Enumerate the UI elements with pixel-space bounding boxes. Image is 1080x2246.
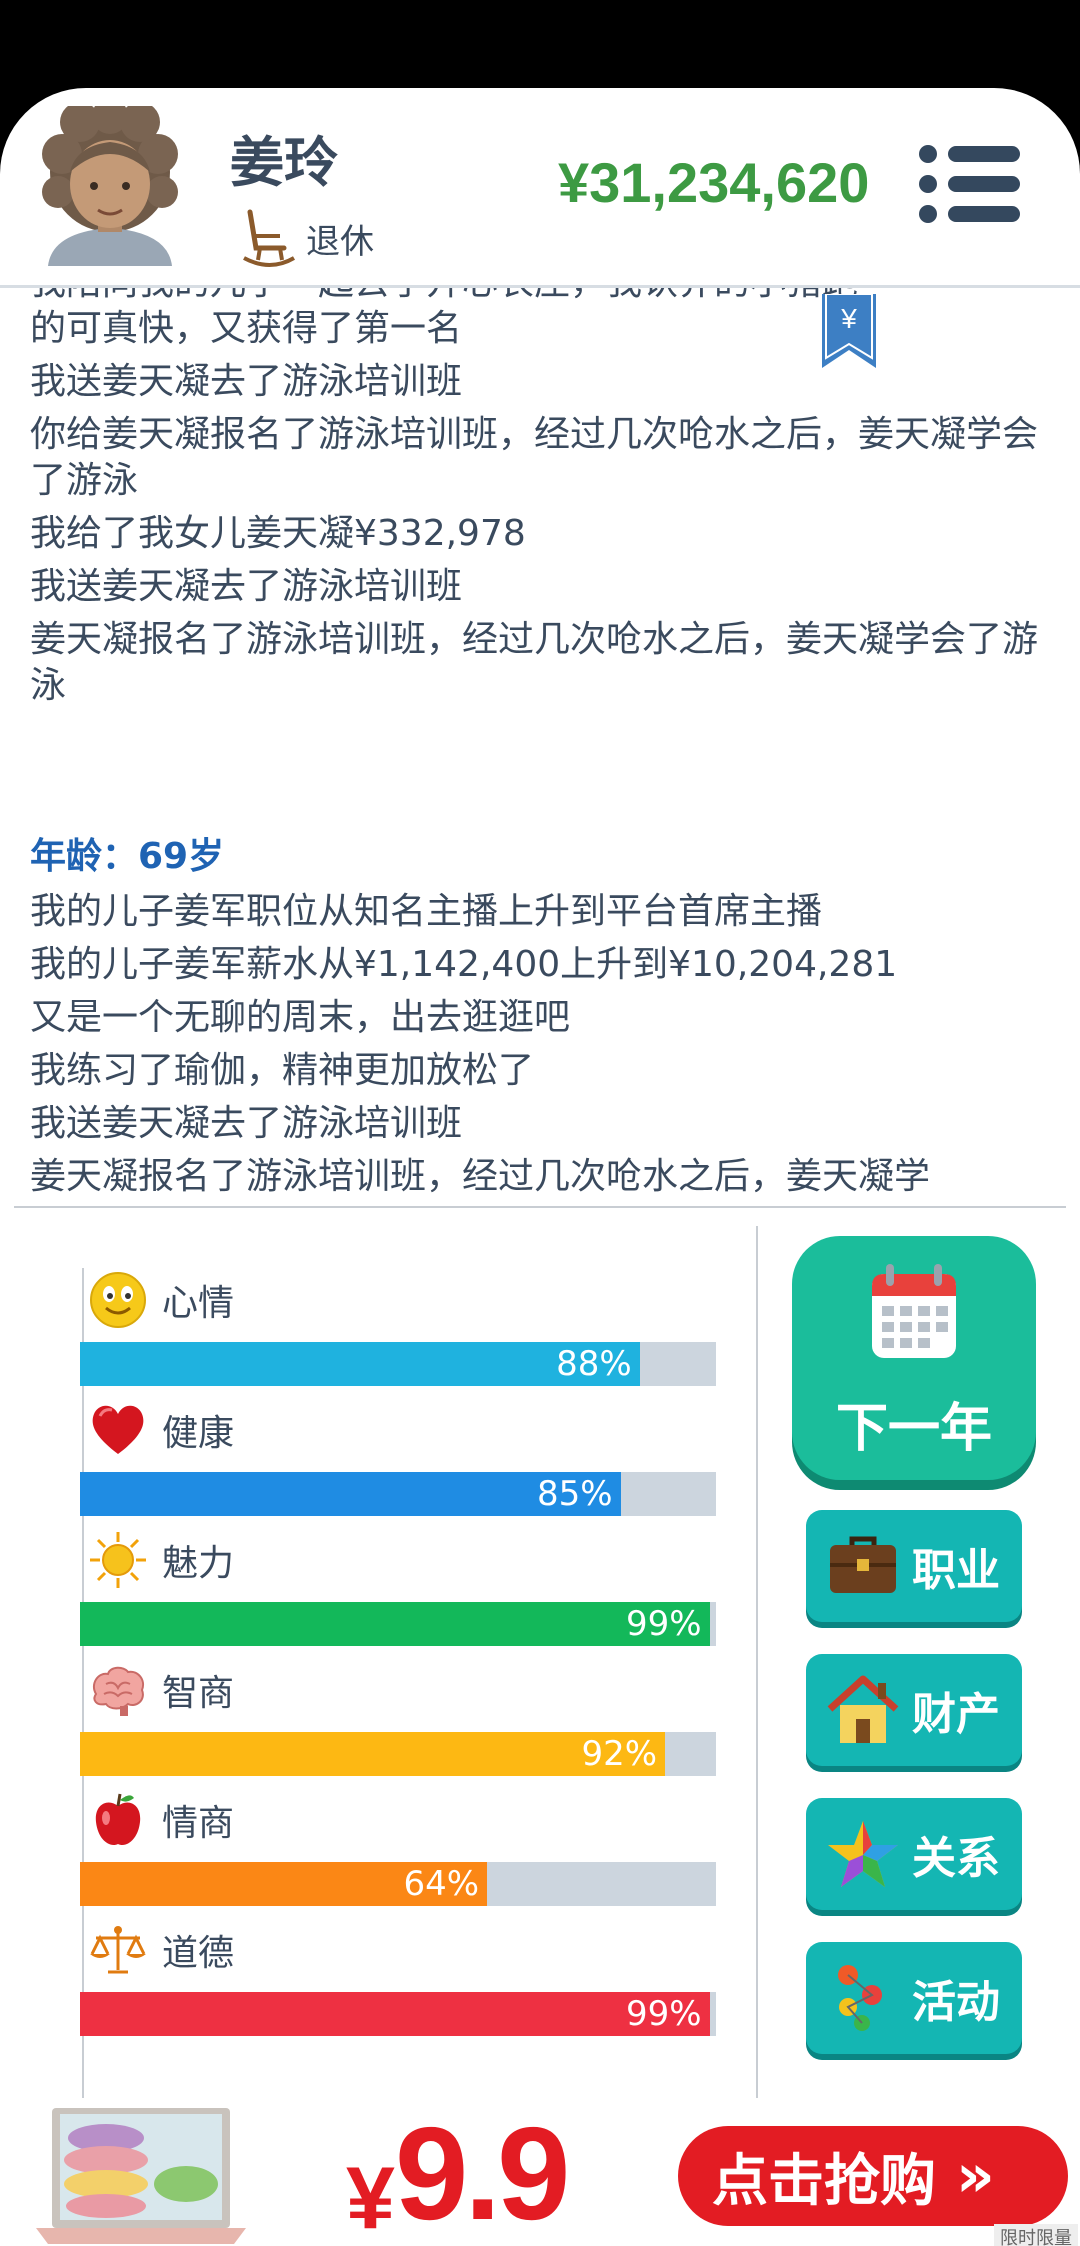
brain-icon	[92, 1666, 144, 1716]
app-screen: 姜玲 退休 ¥31,234,620 我陪同我的儿子一起去了开心农庄，我认养的小猪…	[0, 88, 1080, 2246]
activity-button[interactable]: 活动	[806, 1942, 1022, 2054]
money-balance: ¥31,234,620	[558, 151, 870, 214]
relationship-button[interactable]: 关系	[806, 1798, 1022, 1910]
heart-icon	[92, 1405, 144, 1454]
stat-label: 情商	[162, 1803, 235, 1844]
next-year-button[interactable]: 下一年	[792, 1236, 1036, 1480]
player-name: 姜玲	[230, 131, 338, 194]
stat-bar-fill: 99%	[80, 1992, 710, 2036]
star-icon	[828, 1821, 898, 1887]
next-year-label: 下一年	[835, 1399, 992, 1459]
stats-panel: 心情 88% 健康 85% 魅力 99% 智商 92% 情商 64% 道德 99…	[80, 1268, 720, 2048]
stat-label: 健康	[162, 1413, 235, 1454]
log-entry: 又是一个无聊的周末，出去逛逛吧	[30, 997, 571, 1038]
property-label: 财产	[912, 1689, 1000, 1740]
money-bookmark-icon[interactable]: ¥	[822, 294, 876, 368]
log-entry: 你给姜天凝报名了游泳培训班，经过几次呛水之后，姜天凝学会了游泳	[30, 414, 1039, 501]
svg-text:¥: ¥	[840, 303, 857, 334]
apple-icon	[95, 1793, 141, 1846]
stat-mood: 心情 88%	[80, 1268, 720, 1398]
stat-bar-fill: 64%	[80, 1862, 488, 1906]
scales-icon	[90, 1926, 146, 1974]
activity-dots-icon	[838, 1965, 882, 2031]
stat-label: 道德	[162, 1933, 235, 1974]
stat-label: 魅力	[162, 1543, 235, 1584]
log-entry: 我陪同我的儿子一起去了开心农庄，我认养的小猪跑的可真快，又获得了第一名	[30, 288, 858, 349]
stat-bar: 88%	[80, 1342, 716, 1386]
stat-bar: 99%	[80, 1992, 716, 2036]
relationship-label: 关系	[912, 1833, 1000, 1884]
stat-charm: 魅力 99%	[80, 1528, 720, 1658]
stat-bar-fill: 92%	[80, 1732, 666, 1776]
age-heading: 年龄：69岁	[30, 836, 225, 877]
menu-icon[interactable]	[918, 144, 1022, 224]
double-chevron-icon: »	[956, 2141, 995, 2211]
briefcase-icon	[830, 1536, 896, 1593]
ad-price-value: 9.9	[394, 2100, 570, 2246]
buy-now-label: 点击抢购	[712, 2148, 936, 2214]
ad-price-currency: ¥	[346, 2148, 395, 2246]
stat-health: 健康 85%	[80, 1398, 720, 1528]
stat-label: 智商	[162, 1673, 235, 1714]
log-entry: 姜天凝报名了游泳培训班，经过几次呛水之后，姜天凝学会了游泳	[30, 619, 1039, 706]
stat-eq: 情商 64%	[80, 1788, 720, 1918]
event-log[interactable]: 我陪同我的儿子一起去了开心农庄，我认养的小猪跑的可真快，又获得了第一名 我送姜天…	[0, 288, 1080, 1194]
house-icon	[827, 1675, 899, 1743]
stat-percent: 92%	[581, 1734, 658, 1774]
log-entry: 我练习了瑜伽，精神更加放松了	[30, 1050, 535, 1091]
stat-percent: 64%	[403, 1864, 480, 1904]
stat-percent: 88%	[556, 1344, 632, 1384]
calendar-icon	[872, 1264, 956, 1358]
activity-label: 活动	[912, 1977, 1000, 2028]
status-label: 退休	[306, 221, 374, 262]
stat-bar-fill: 85%	[80, 1472, 621, 1516]
stat-percent: 99%	[626, 1604, 702, 1644]
avatar[interactable]	[40, 106, 180, 266]
stat-percent: 85%	[537, 1474, 613, 1514]
log-entry: 我的儿子姜军职位从知名主播上升到平台首席主播	[30, 891, 823, 932]
ad-tag: 限时限量	[994, 2224, 1078, 2246]
stat-bar: 85%	[80, 1472, 716, 1516]
log-divider	[14, 1206, 1066, 1208]
rocking-chair-icon	[243, 209, 296, 267]
log-entry: 我送姜天凝去了游泳培训班	[30, 361, 463, 402]
log-entry: 我送姜天凝去了游泳培训班	[30, 566, 463, 607]
stat-morality: 道德 99%	[80, 1918, 720, 2048]
stat-bar: 99%	[80, 1602, 716, 1646]
stat-bar: 92%	[80, 1732, 716, 1776]
stat-bar-fill: 88%	[80, 1342, 640, 1386]
occupation-status: 退休	[240, 208, 374, 268]
stat-bar-fill: 99%	[80, 1602, 710, 1646]
log-entry: 姜天凝报名了游泳培训班，经过几次呛水之后，姜天凝学	[30, 1156, 931, 1194]
profile-header: 姜玲 退休 ¥31,234,620	[0, 88, 1080, 288]
stat-label: 心情	[162, 1283, 235, 1324]
stat-iq: 智商 92%	[80, 1658, 720, 1788]
stat-bar: 64%	[80, 1862, 716, 1906]
log-entry: 我送姜天凝去了游泳培训班	[30, 1103, 463, 1144]
ad-price: ¥9.9	[346, 2098, 570, 2246]
buy-now-button[interactable]: 点击抢购 »	[678, 2126, 1068, 2226]
career-button[interactable]: 职业	[806, 1510, 1022, 1622]
stat-percent: 99%	[626, 1994, 702, 2034]
laptop-ad-image	[36, 2108, 246, 2244]
property-button[interactable]: 财产	[806, 1654, 1022, 1766]
log-entry: 我的儿子姜军薪水从¥1,142,400上升到¥10,204,281	[30, 944, 898, 985]
smiley-icon	[90, 1272, 146, 1328]
ad-banner[interactable]: ¥9.9 点击抢购 »	[0, 2098, 1080, 2246]
sun-icon	[90, 1532, 146, 1588]
career-label: 职业	[912, 1545, 1000, 1596]
panel-divider	[756, 1226, 758, 2164]
log-entry: 我给了我女儿姜天凝¥332,978	[30, 513, 526, 554]
event-log-content: 我陪同我的儿子一起去了开心农庄，我认养的小猪跑的可真快，又获得了第一名 我送姜天…	[30, 288, 1040, 1194]
